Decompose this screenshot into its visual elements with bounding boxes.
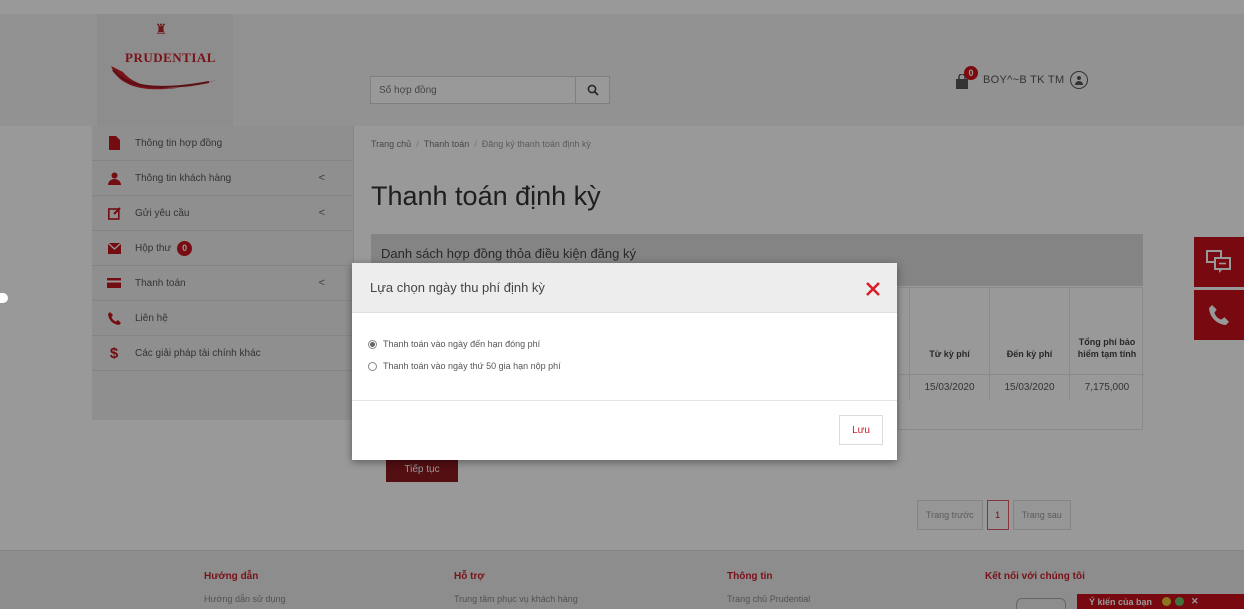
option-label: Thanh toán vào ngày đến hạn đóng phí: [383, 339, 541, 349]
option-label: Thanh toán vào ngày thứ 50 gia hạn nộp p…: [383, 361, 561, 371]
modal-title: Lựa chọn ngày thu phí định kỳ: [370, 280, 545, 295]
payment-date-modal: Lựa chọn ngày thu phí định kỳ Thanh toán…: [352, 263, 897, 460]
save-button[interactable]: Lưu: [839, 415, 883, 445]
radio-grace-day-50[interactable]: [368, 361, 377, 371]
modal-footer: Lưu: [352, 400, 897, 460]
modal-header: Lựa chọn ngày thu phí định kỳ: [352, 263, 897, 313]
radio-due-date[interactable]: [368, 339, 377, 349]
close-icon: [866, 282, 880, 296]
option-grace-day-50[interactable]: Thanh toán vào ngày thứ 50 gia hạn nộp p…: [368, 361, 561, 371]
option-due-date[interactable]: Thanh toán vào ngày đến hạn đóng phí: [368, 339, 540, 349]
close-button[interactable]: [865, 281, 883, 299]
